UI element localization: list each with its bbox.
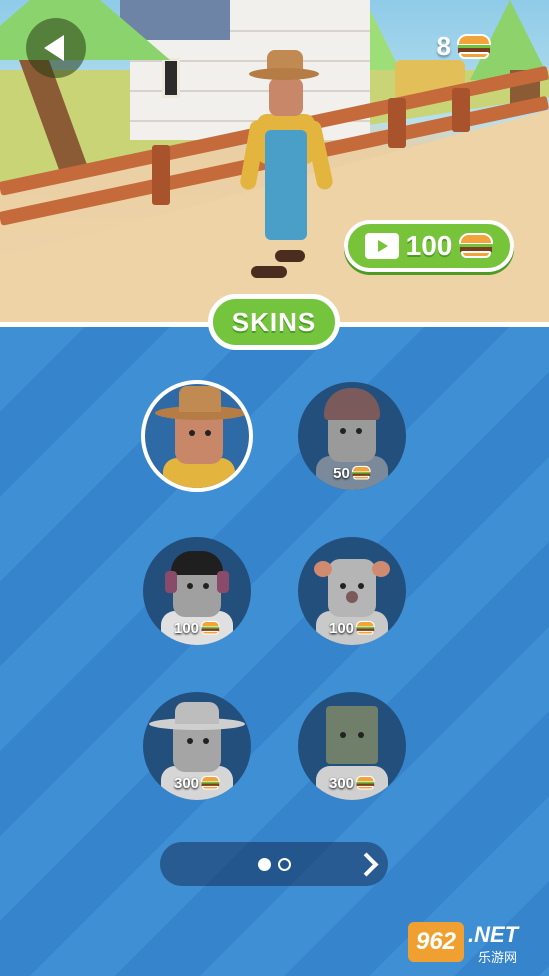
- burger-icon: [351, 465, 371, 480]
- skin-price: 300: [143, 770, 251, 796]
- next-page-chevron-icon[interactable]: [356, 852, 378, 876]
- skin-price: 300: [298, 770, 406, 796]
- skin-price: 100: [298, 615, 406, 641]
- currency-display: 8: [437, 31, 491, 62]
- skin-price: 100: [143, 615, 251, 641]
- page-dot-2[interactable]: [278, 858, 291, 871]
- fence-post: [452, 88, 470, 132]
- burger-icon: [356, 775, 375, 790]
- watch-video-reward-button[interactable]: 100: [344, 220, 514, 272]
- back-arrow-icon: [44, 35, 64, 61]
- skin-clown[interactable]: 100: [298, 537, 406, 645]
- reward-amount: 100: [405, 230, 453, 261]
- fence-post: [152, 145, 170, 205]
- skin-zombie[interactable]: 300: [298, 692, 406, 800]
- back-button[interactable]: [26, 18, 86, 78]
- burger-icon: [356, 620, 375, 635]
- skin-headphones-girl[interactable]: 100: [143, 537, 251, 645]
- burger-icon: [457, 33, 491, 60]
- window: [162, 58, 180, 98]
- fence-post: [388, 98, 406, 148]
- video-ad-icon: [364, 233, 399, 259]
- skin-farmer[interactable]: [141, 380, 253, 492]
- tab-skins[interactable]: SKINS: [208, 294, 340, 350]
- page-navigator: [160, 842, 388, 886]
- farmer-character: [235, 50, 335, 290]
- page-dot-1[interactable]: [258, 858, 271, 871]
- watermark-logo: 962 .NET 乐游网: [408, 920, 543, 966]
- skin-beanie-girl[interactable]: 50: [298, 382, 406, 490]
- currency-amount: 8: [436, 31, 451, 61]
- burger-icon: [201, 775, 220, 790]
- burger-icon: [459, 233, 494, 259]
- tab-skins-label: SKINS: [231, 306, 317, 337]
- skin-price: 50: [298, 460, 406, 486]
- burger-icon: [201, 620, 220, 635]
- skin-sunhat-lady[interactable]: 300: [143, 692, 251, 800]
